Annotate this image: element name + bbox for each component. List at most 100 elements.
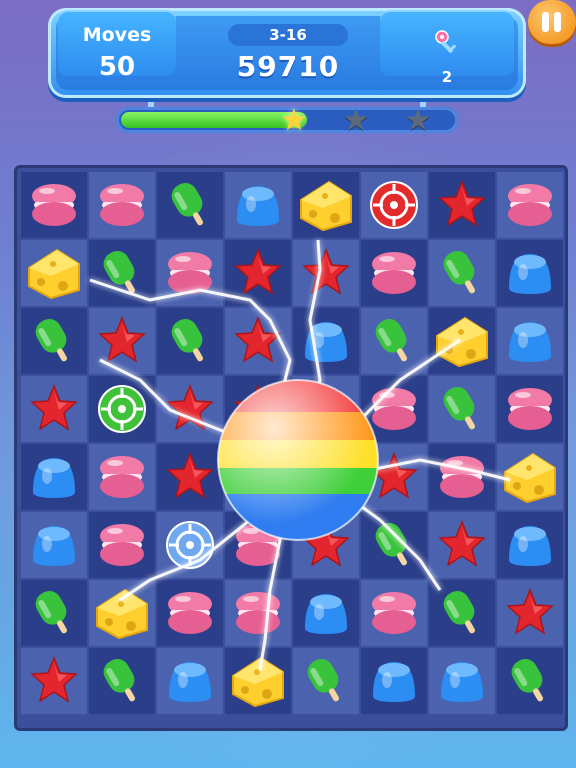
- board-cell[interactable]: [361, 648, 427, 714]
- board-cell[interactable]: [293, 308, 359, 374]
- score-value: 59710: [236, 50, 340, 83]
- board-cell[interactable]: [89, 376, 155, 442]
- pause-icon-bar: [554, 12, 561, 32]
- board-cell[interactable]: [89, 648, 155, 714]
- board-cell[interactable]: [157, 580, 223, 646]
- rainbow-ball-icon[interactable]: [216, 378, 380, 542]
- popsicle-icon: [375, 318, 407, 362]
- popsicle-icon: [511, 658, 543, 702]
- moves-box: Moves 50: [58, 10, 176, 82]
- board-cell[interactable]: [429, 172, 495, 238]
- board-cell[interactable]: [157, 172, 223, 238]
- popsicle-icon: [443, 590, 475, 634]
- board-cell[interactable]: [429, 240, 495, 306]
- board-cell[interactable]: [361, 580, 427, 646]
- board-cell[interactable]: [429, 580, 495, 646]
- board-cell[interactable]: [21, 240, 87, 306]
- board-cell[interactable]: [21, 580, 87, 646]
- pause-icon: [542, 12, 549, 32]
- macaron-icon: [32, 184, 76, 226]
- board-cell[interactable]: [21, 172, 87, 238]
- board-cell[interactable]: [157, 376, 223, 442]
- progress-star-icon: ★: [342, 103, 370, 138]
- popsicle-icon: [307, 658, 339, 702]
- board-cell[interactable]: [497, 240, 563, 306]
- popsicle-icon: [35, 318, 67, 362]
- cheese-icon: [28, 248, 80, 300]
- key-icon: [435, 30, 457, 54]
- macaron-icon: [440, 456, 484, 498]
- target-icon: [370, 181, 418, 229]
- board-cell[interactable]: [497, 376, 563, 442]
- gumdrop-icon: [305, 594, 347, 634]
- cheese-icon: [232, 656, 284, 708]
- macaron-icon: [508, 388, 552, 430]
- board-cell[interactable]: [157, 648, 223, 714]
- board-cell[interactable]: [429, 444, 495, 510]
- board-cell[interactable]: [293, 580, 359, 646]
- board-cell[interactable]: [293, 648, 359, 714]
- board-cell[interactable]: [293, 240, 359, 306]
- board-cell[interactable]: [429, 512, 495, 578]
- board-cell[interactable]: [497, 308, 563, 374]
- cheese-icon: [504, 452, 556, 504]
- star-icon: [30, 655, 78, 703]
- star-icon: [166, 451, 214, 499]
- macaron-icon: [372, 252, 416, 294]
- star-icon: [302, 247, 350, 295]
- board-cell[interactable]: [429, 648, 495, 714]
- gumdrop-icon: [169, 662, 211, 702]
- keys-count: 2: [441, 68, 453, 86]
- progress-star-icon: ★: [280, 103, 308, 138]
- macaron-icon: [168, 592, 212, 634]
- macaron-icon: [100, 524, 144, 566]
- cheese-icon: [436, 316, 488, 368]
- board-cell[interactable]: [21, 444, 87, 510]
- board-cell[interactable]: [225, 308, 291, 374]
- board-cell[interactable]: [429, 376, 495, 442]
- macaron-icon: [168, 252, 212, 294]
- macaron-icon: [100, 184, 144, 226]
- board-cell[interactable]: [157, 512, 223, 578]
- board-cell[interactable]: [361, 308, 427, 374]
- board-cell[interactable]: [157, 240, 223, 306]
- board-cell[interactable]: [361, 172, 427, 238]
- board-cell[interactable]: [429, 308, 495, 374]
- pause-button[interactable]: [528, 0, 576, 44]
- moves-value: 50: [98, 52, 136, 82]
- board-cell[interactable]: [157, 308, 223, 374]
- gumdrop-icon: [373, 662, 415, 702]
- board-cell[interactable]: [497, 648, 563, 714]
- board-cell[interactable]: [21, 376, 87, 442]
- board-cell[interactable]: [497, 444, 563, 510]
- board-cell[interactable]: [293, 172, 359, 238]
- board-cell[interactable]: [21, 308, 87, 374]
- gumdrop-icon: [509, 254, 551, 294]
- board-cell[interactable]: [21, 648, 87, 714]
- board-cell[interactable]: [89, 512, 155, 578]
- board-cell[interactable]: [497, 580, 563, 646]
- board-cell[interactable]: [157, 444, 223, 510]
- board-cell[interactable]: [21, 512, 87, 578]
- star-icon: [438, 179, 486, 227]
- board-cell[interactable]: [89, 444, 155, 510]
- popsicle-icon: [103, 250, 135, 294]
- macaron-icon: [100, 456, 144, 498]
- board-cell[interactable]: [497, 512, 563, 578]
- board-cell[interactable]: [89, 172, 155, 238]
- board-cell[interactable]: [497, 172, 563, 238]
- star-icon: [166, 383, 214, 431]
- board-cell[interactable]: [89, 240, 155, 306]
- board-cell[interactable]: [225, 580, 291, 646]
- board-cell[interactable]: [225, 648, 291, 714]
- board-cell[interactable]: [361, 240, 427, 306]
- board-cell[interactable]: [225, 240, 291, 306]
- popsicle-icon: [103, 658, 135, 702]
- target-blue-icon: [166, 521, 214, 569]
- board-cell[interactable]: [89, 580, 155, 646]
- board-cell[interactable]: [225, 172, 291, 238]
- popsicle-icon: [443, 386, 475, 430]
- popsicle-icon: [171, 318, 203, 362]
- board-cell[interactable]: [89, 308, 155, 374]
- gumdrop-icon: [237, 186, 279, 226]
